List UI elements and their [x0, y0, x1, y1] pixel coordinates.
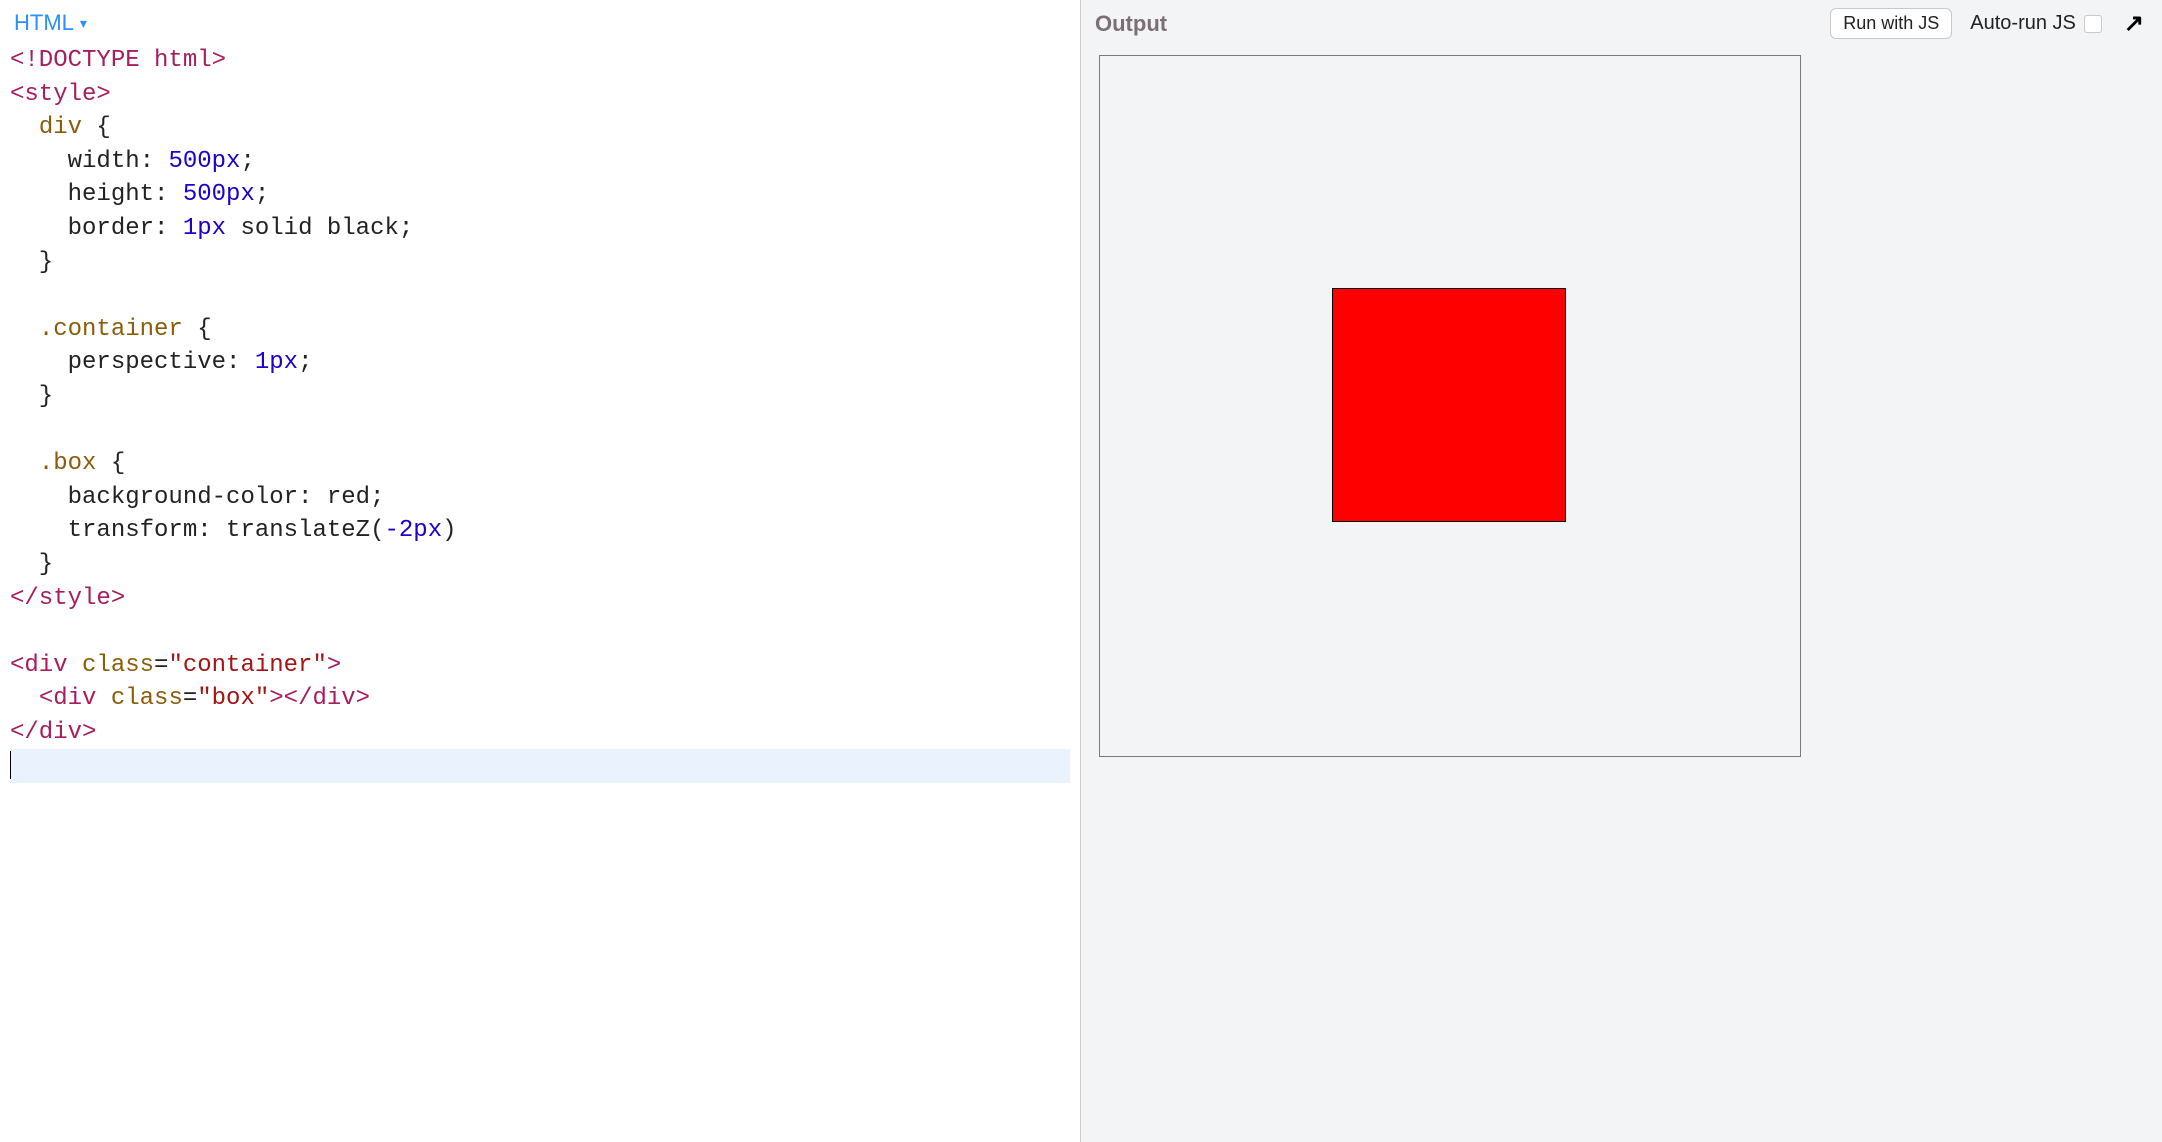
- output-red-box: [1332, 288, 1566, 522]
- language-selector-label: HTML: [14, 10, 74, 36]
- autorun-toggle[interactable]: Auto-run JS: [1970, 12, 2102, 35]
- output-heading: Output: [1095, 11, 1167, 37]
- autorun-checkbox[interactable]: [2084, 15, 2102, 33]
- autorun-label: Auto-run JS: [1970, 12, 2076, 35]
- output-header: Output Run with JS Auto-run JS ↗: [1081, 0, 2162, 47]
- code-content: <!DOCTYPE html> <style> div { width: 500…: [10, 44, 1070, 783]
- output-pane: Output Run with JS Auto-run JS ↗: [1081, 0, 2162, 1142]
- code-editor[interactable]: <!DOCTYPE html> <style> div { width: 500…: [0, 44, 1080, 1142]
- app-root: HTML ▾ <!DOCTYPE html> <style> div { wid…: [0, 0, 2162, 1142]
- popout-icon[interactable]: ↗: [2120, 9, 2148, 38]
- output-body: [1081, 47, 2162, 1142]
- run-button[interactable]: Run with JS: [1830, 8, 1952, 39]
- output-iframe: [1099, 55, 1801, 757]
- language-selector[interactable]: HTML ▾: [14, 10, 87, 36]
- editor-pane: HTML ▾ <!DOCTYPE html> <style> div { wid…: [0, 0, 1081, 1142]
- chevron-down-icon: ▾: [80, 15, 87, 32]
- editor-header: HTML ▾: [0, 0, 1080, 44]
